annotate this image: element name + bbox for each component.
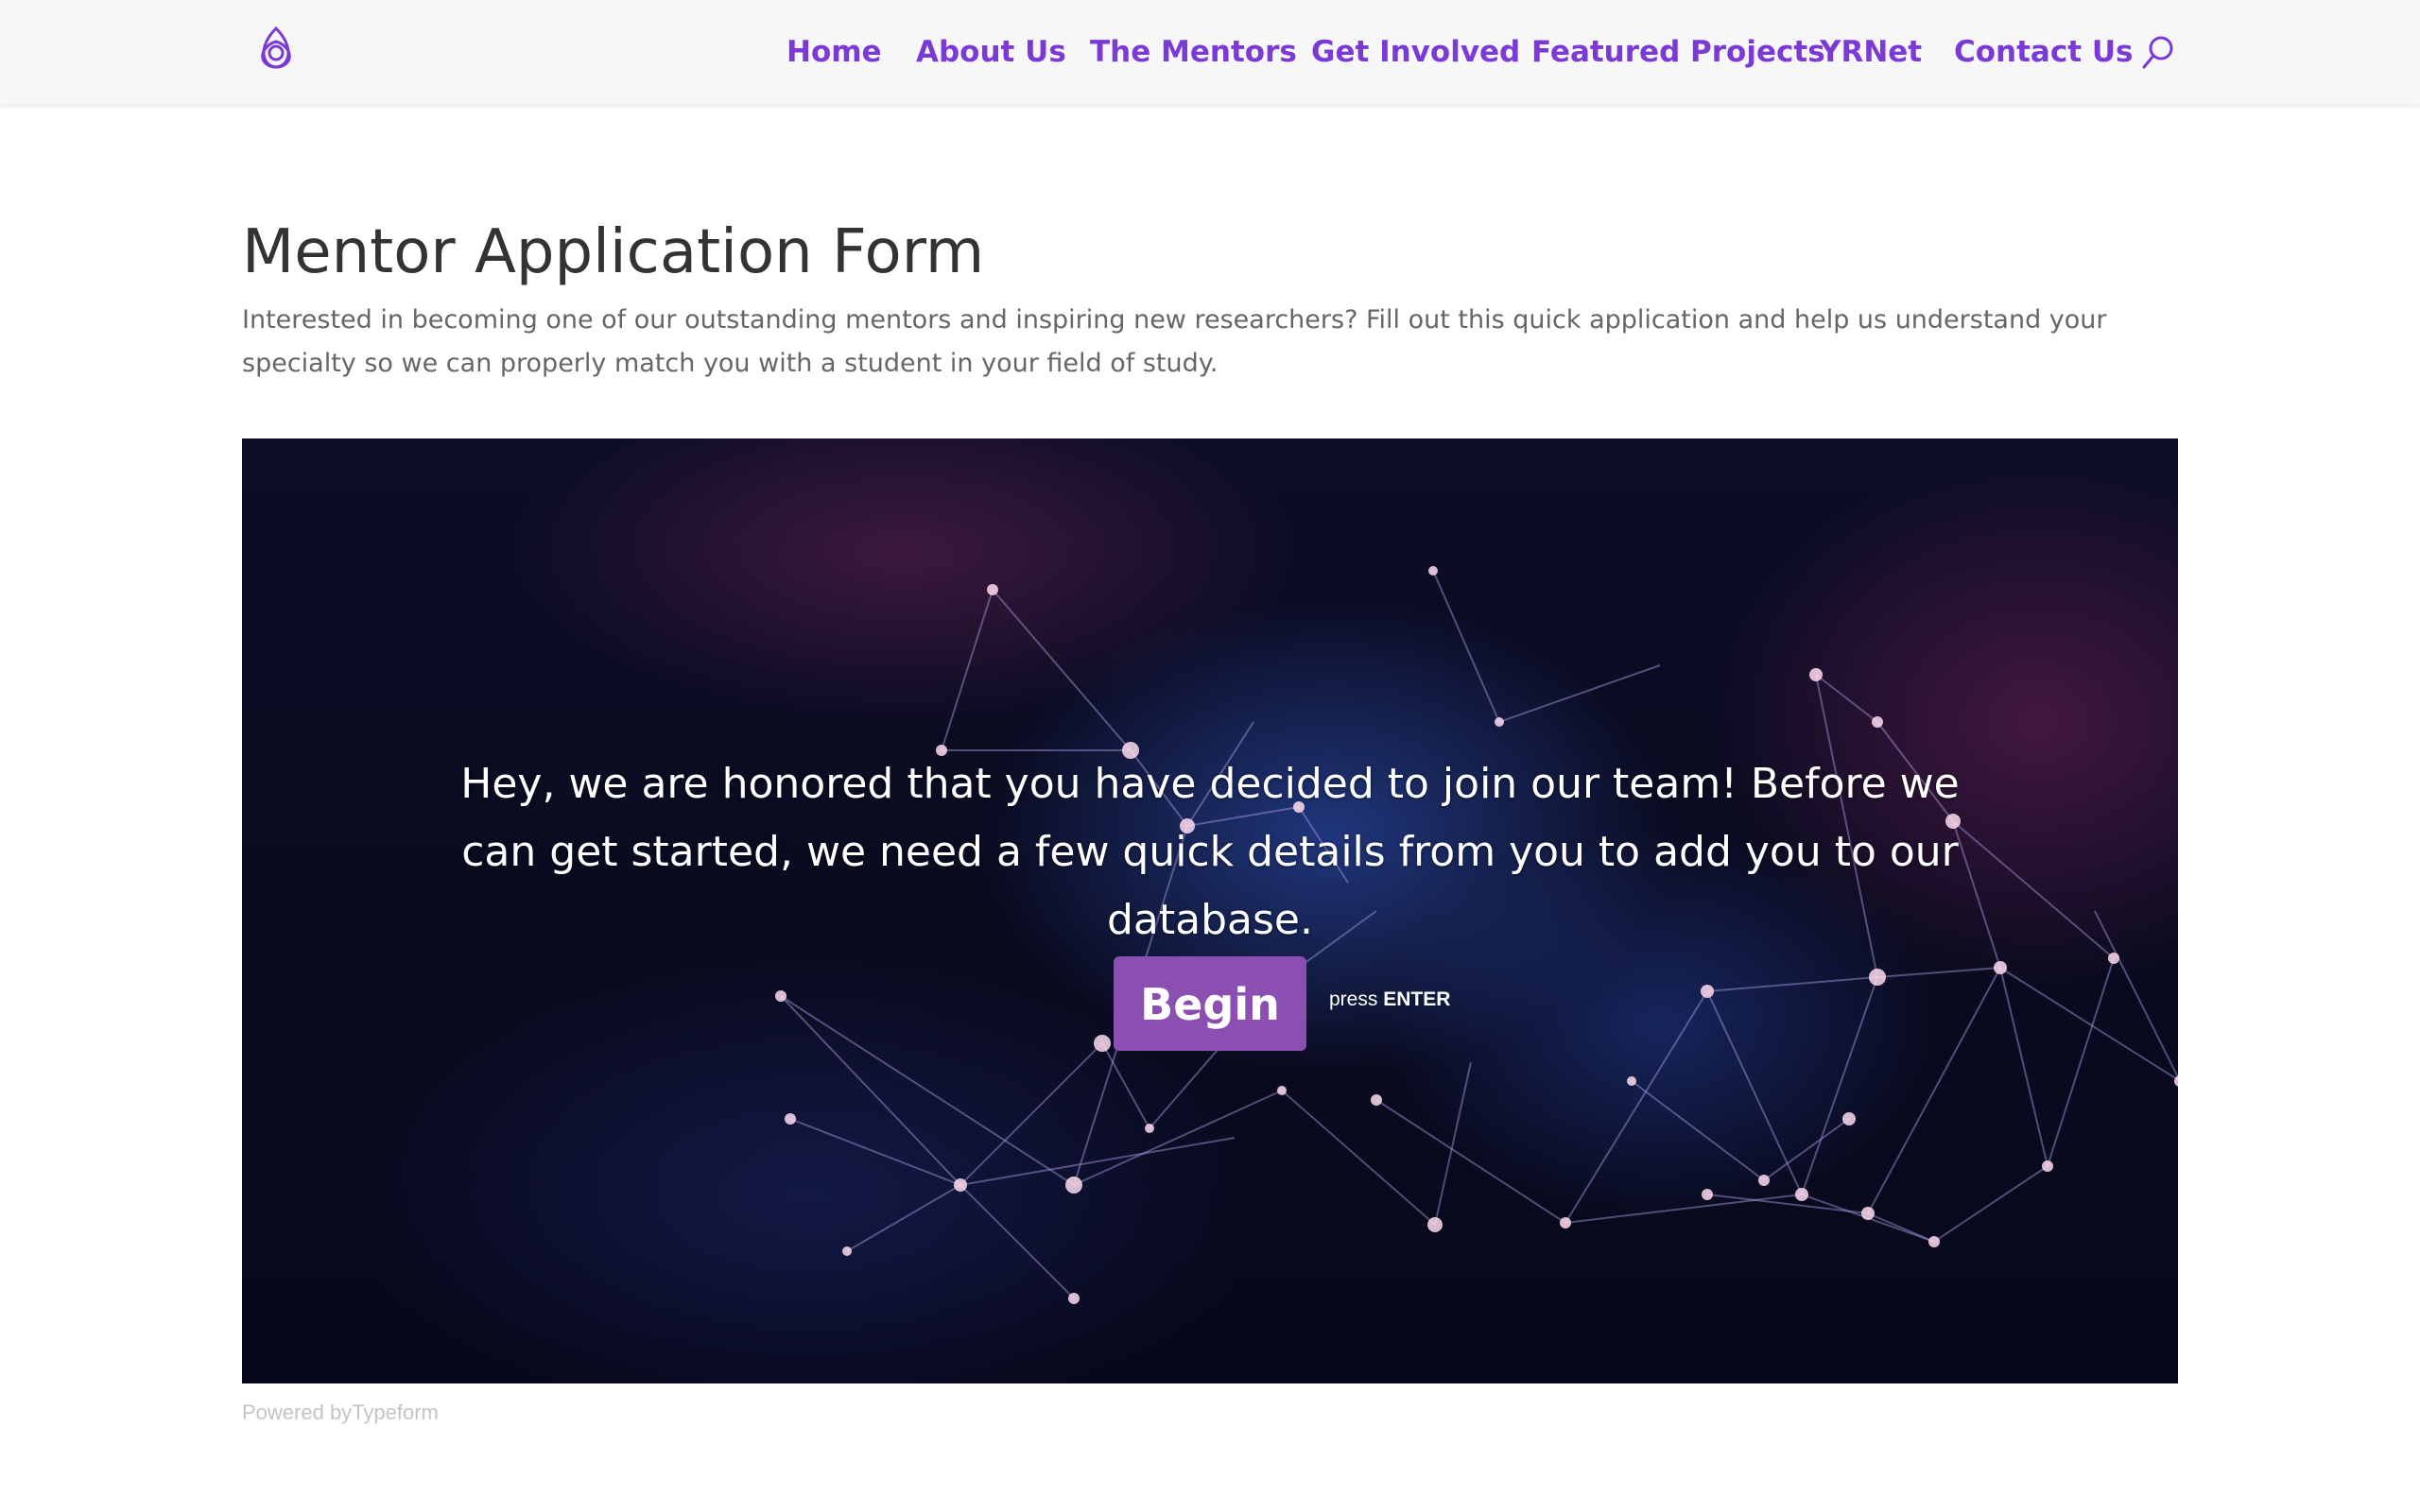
nav-yrnet[interactable]: YRNet [1820,32,1922,72]
press-enter-hint: press ENTER [1329,988,1450,1011]
typeform-embed: Hey, we are honored that you have decide… [242,438,2178,1383]
page-title: Mentor Application Form [242,217,985,287]
typeform-brand: Typeform [352,1400,439,1424]
nav-featured-projects[interactable]: Featured Projects [1531,32,1825,72]
intro-text: Interested in becoming one of our outsta… [242,305,2107,378]
powered-by-typeform-link[interactable]: Powered byTypeform [242,1400,439,1425]
press-hint-prefix: press [1329,988,1378,1010]
triquetra-knot-logo[interactable] [250,23,302,76]
press-hint-key: ENTER [1383,988,1451,1010]
nav-contact-us[interactable]: Contact Us [1954,32,2133,72]
site-header: Home About Us The Mentors Get Involved F… [0,0,2420,104]
powered-by-prefix: Powered by [242,1400,353,1424]
nav-about-us[interactable]: About Us [916,32,1066,72]
nav-home[interactable]: Home [786,32,882,72]
nav-the-mentors[interactable]: The Mentors [1090,32,1297,72]
search-icon[interactable] [2140,34,2178,72]
welcome-message: Hey, we are honored that you have decide… [460,760,1960,944]
nav-get-involved[interactable]: Get Involved [1311,32,1520,72]
begin-button[interactable]: Begin [1114,956,1306,1051]
